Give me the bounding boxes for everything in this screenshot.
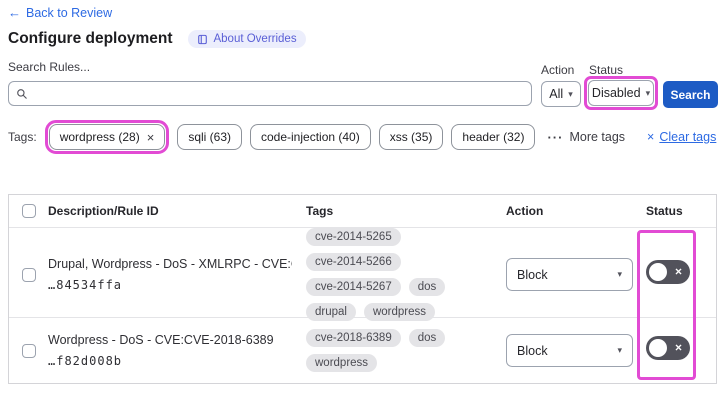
rule-tags-cell: cve-2014-5265 cve-2014-5266 cve-2014-526… [306,228,506,321]
table-header-row: Description/Rule ID Tags Action Status [9,195,716,228]
search-rules-input[interactable] [33,86,524,101]
rule-tag: dos [408,329,446,347]
status-dropdown-highlight: Disabled ▾ [584,76,658,110]
rule-tags-cell: cve-2018-6389 dos wordpress [306,329,506,372]
action-dropdown[interactable]: All ▾ [541,81,581,107]
action-select-value: Block [517,343,548,358]
toggle-x-icon: × [674,340,682,355]
column-header-description: Description/Rule ID [48,204,159,218]
action-select[interactable]: Block ▾ [506,334,633,367]
tag-pill-header[interactable]: header (32) [451,124,536,150]
tag-pill-label: header (32) [462,130,525,144]
rule-action-cell: Block ▾ [506,334,646,367]
rules-table: Description/Rule ID Tags Action Status D… [8,194,717,384]
chevron-down-icon: ▾ [568,88,573,99]
more-tags-button[interactable]: ··· More tags [547,130,625,145]
table-row: Drupal, Wordpress - DoS - XMLRPC - CVE:C… [9,228,716,321]
status-dropdown[interactable]: Disabled ▾ [588,80,654,106]
action-dropdown-value: All [549,87,564,101]
status-toggle-off[interactable]: × [646,260,690,284]
back-to-review-link[interactable]: ← Back to Review [8,5,112,20]
column-header-tags: Tags [306,204,334,218]
action-select-value: Block [517,267,548,282]
column-header-action: Action [506,204,544,218]
tag-pill-label: xss (35) [389,130,433,144]
search-button[interactable]: Search [663,81,718,108]
chevron-down-icon: ▾ [617,269,622,279]
rule-tag: wordpress [306,354,378,372]
tag-pill-label: sqli (63) [188,130,231,144]
search-icon [17,88,27,99]
action-filter-label: Action [541,63,575,77]
toggle-knob [649,263,667,281]
tag-pill-sqli[interactable]: sqli (63) [177,124,242,150]
select-all-checkbox[interactable] [22,204,36,218]
configure-deployment-page: ← Back to Review Configure deployment Ab… [0,0,725,406]
about-overrides-badge[interactable]: About Overrides [188,30,306,48]
ellipsis-icon: ··· [547,129,564,145]
action-select[interactable]: Block ▾ [506,258,633,291]
tags-bar: Tags: wordpress (28) × sqli (63) code-in… [8,119,717,155]
tag-pill-code-injection[interactable]: code-injection (40) [250,124,371,150]
rule-description: Wordpress - DoS - CVE:CVE-2018-6389 [48,333,274,347]
tags-label: Tags: [8,130,37,144]
status-dropdown-value: Disabled [591,86,641,100]
rule-id: …f82d008b [48,354,123,368]
tag-pill-wordpress[interactable]: wordpress (28) × [48,124,166,150]
remove-tag-icon[interactable]: × [147,130,155,145]
rule-tag: cve-2014-5265 [306,228,401,246]
toggle-knob [649,339,667,357]
more-tags-label: More tags [569,130,626,144]
rule-tag: drupal [306,303,356,321]
rule-action-cell: Block ▾ [506,258,646,291]
back-link-label: Back to Review [26,5,113,20]
rule-tag: cve-2018-6389 [306,329,401,347]
title-row: Configure deployment About Overrides [8,30,306,48]
rule-status-cell: × [646,260,716,289]
row-checkbox[interactable] [22,267,36,282]
tag-pill-label: wordpress (28) [59,130,140,144]
column-header-status: Status [646,204,683,218]
rule-tag: cve-2014-5267 [306,278,401,296]
rule-tag: wordpress [363,303,436,321]
rule-tag: cve-2014-5266 [306,253,401,271]
about-overrides-label: About Overrides [213,33,297,45]
search-rules-label: Search Rules... [8,60,91,74]
selected-tag-highlight: wordpress (28) × [44,120,170,154]
rule-tag: dos [408,278,446,296]
status-filter-label: Status [589,63,624,77]
clear-tags-label: Clear tags [659,130,717,144]
rule-description-cell: Wordpress - DoS - CVE:CVE-2018-6389 …f82… [48,333,306,368]
book-icon [198,34,208,44]
rule-description-cell: Drupal, Wordpress - DoS - XMLRPC - CVE:C… [48,257,306,292]
chevron-down-icon: ▾ [617,345,622,355]
back-arrow-icon: ← [8,5,21,20]
rule-description: Drupal, Wordpress - DoS - XMLRPC - CVE:C… [48,257,292,271]
status-toggle-off[interactable]: × [646,336,690,360]
rule-id: …84534ffa [48,278,123,292]
row-checkbox[interactable] [22,343,36,358]
table-row: Wordpress - DoS - CVE:CVE-2018-6389 …f82… [9,318,716,383]
close-icon: × [647,130,655,144]
tag-pill-label: code-injection (40) [261,130,360,144]
rule-status-cell: × [646,336,716,365]
page-title: Configure deployment [8,30,173,47]
toggle-x-icon: × [674,264,682,279]
search-input-wrap [8,81,532,106]
chevron-down-icon: ▾ [645,87,651,98]
clear-tags-button[interactable]: × Clear tags [647,130,716,144]
tag-pill-xss[interactable]: xss (35) [378,124,444,150]
